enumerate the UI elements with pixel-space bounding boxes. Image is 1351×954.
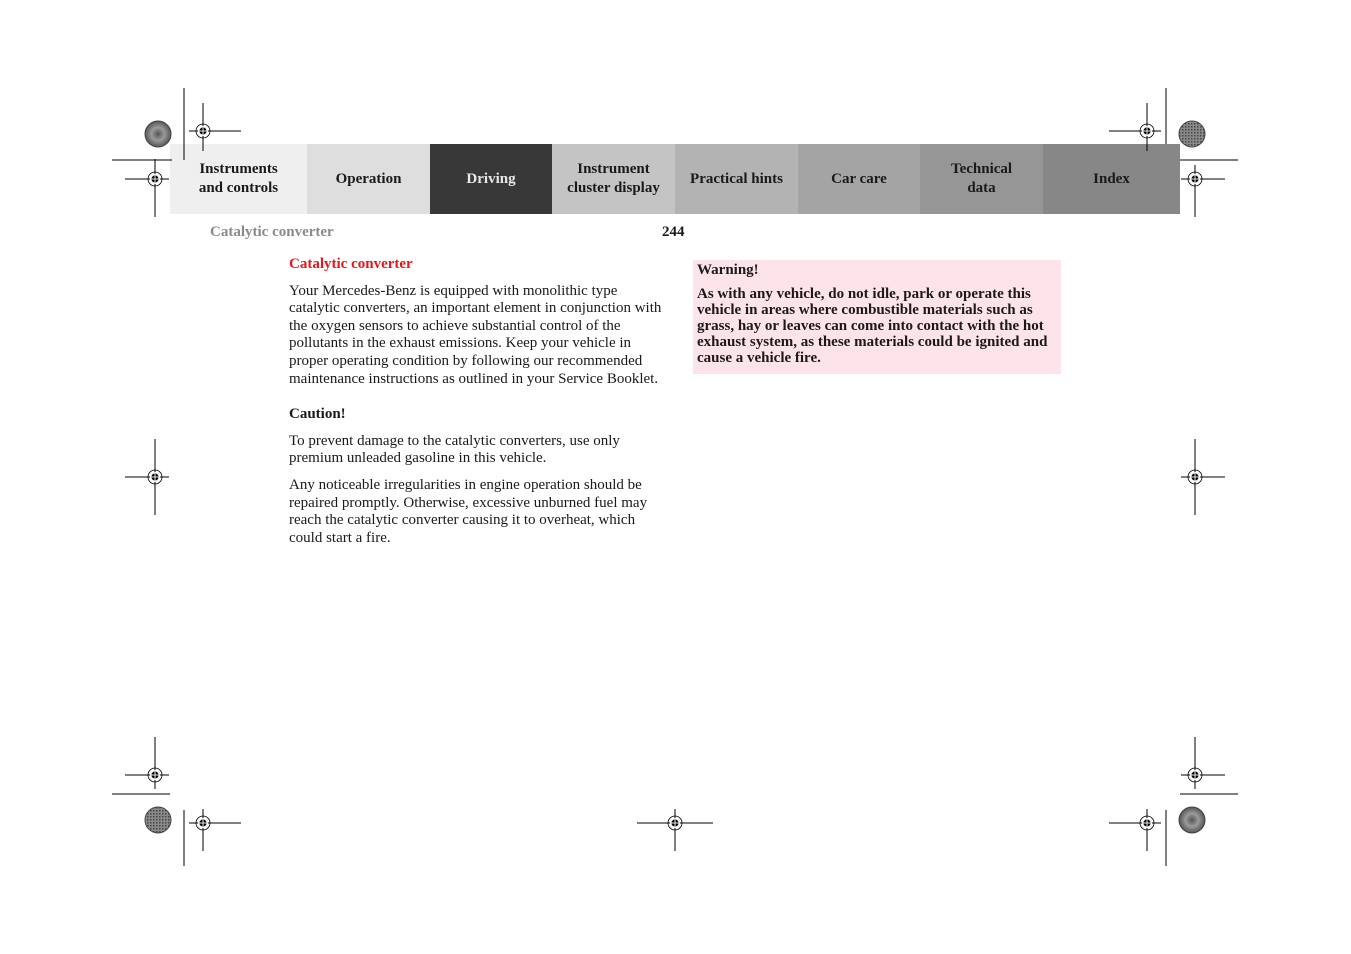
registration-mark-icon xyxy=(125,737,169,789)
tab-label: Driving xyxy=(466,170,516,187)
color-target-icon xyxy=(144,120,172,148)
tab-label: Car care xyxy=(831,170,887,187)
tab-instrument-cluster-display[interactable]: Instrument cluster display xyxy=(552,144,675,214)
tab-label: Technical data xyxy=(950,161,1013,196)
tab-label: Practical hints xyxy=(690,170,783,187)
tab-index[interactable]: Index xyxy=(1043,144,1180,214)
crop-mark xyxy=(1165,793,1238,866)
registration-mark-icon xyxy=(189,809,241,851)
tab-practical-hints[interactable]: Practical hints xyxy=(675,144,798,214)
tab-operation[interactable]: Operation xyxy=(307,144,430,214)
intro-paragraph: Your Mercedes-Benz is equipped with mono… xyxy=(289,282,662,387)
tab-label: Index xyxy=(1093,170,1130,187)
registration-mark-icon xyxy=(125,439,169,515)
registration-mark-icon xyxy=(1181,737,1225,789)
warning-body: As with any vehicle, do not idle, park o… xyxy=(697,286,1048,366)
registration-mark-icon xyxy=(637,809,713,851)
color-target-icon xyxy=(144,806,172,834)
color-target-icon xyxy=(1178,120,1206,148)
caution-title: Caution! xyxy=(289,406,346,423)
tab-driving[interactable]: Driving xyxy=(430,144,552,214)
running-header-section-title: Catalytic converter xyxy=(210,224,334,240)
tab-instruments-and-controls[interactable]: Instruments and controls xyxy=(170,144,307,214)
registration-mark-icon xyxy=(1181,439,1225,515)
color-target-icon xyxy=(1178,806,1206,834)
tab-label: Operation xyxy=(335,170,402,187)
section-tab-bar: Instruments and controls Operation Drivin… xyxy=(170,144,1180,214)
registration-mark-icon xyxy=(125,159,169,217)
warning-title: Warning! xyxy=(697,262,759,278)
tab-label: Instruments and controls xyxy=(198,161,279,196)
main-text-column: Catalytic converter Your Mercedes-Benz i… xyxy=(289,256,669,556)
registration-mark-icon xyxy=(1181,165,1225,217)
page-number: 244 xyxy=(662,224,685,240)
caution-paragraph: Any noticeable irregularities in engine … xyxy=(289,476,648,546)
caution-paragraph: To prevent damage to the catalytic conve… xyxy=(289,432,620,467)
section-heading: Catalytic converter xyxy=(289,256,413,272)
warning-box: Warning! As with any vehicle, do not idl… xyxy=(693,260,1061,374)
tab-technical-data[interactable]: Technical data xyxy=(920,144,1043,214)
registration-mark-icon xyxy=(1109,809,1161,851)
tab-car-care[interactable]: Car care xyxy=(798,144,920,214)
tab-label: Instrument cluster display xyxy=(567,161,660,196)
crop-mark xyxy=(112,793,185,866)
